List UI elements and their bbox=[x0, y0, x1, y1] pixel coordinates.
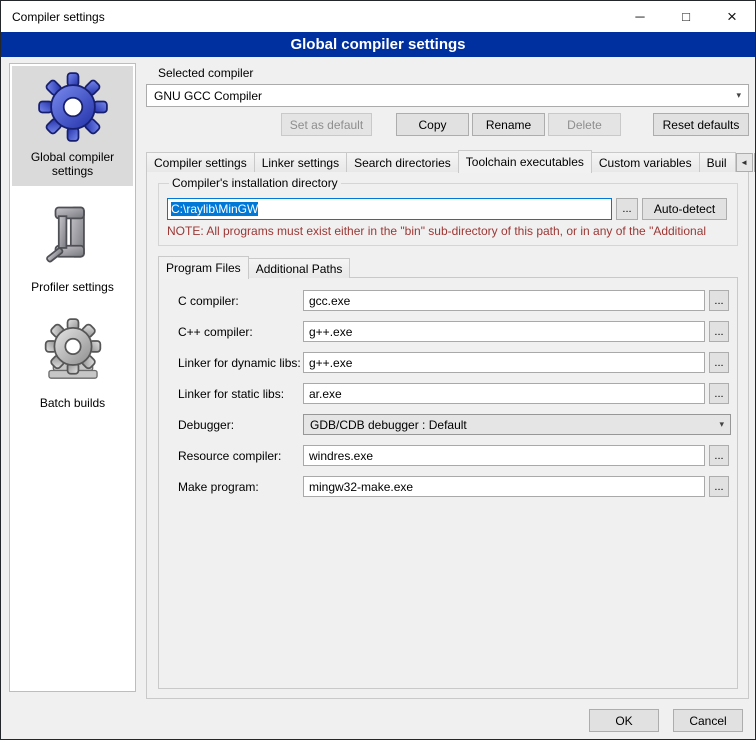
static-linker-browse-button[interactable]: ... bbox=[709, 383, 729, 404]
make-program-label: Make program: bbox=[178, 480, 303, 494]
maximize-button[interactable]: □ bbox=[663, 1, 709, 32]
auto-detect-button[interactable]: Auto-detect bbox=[642, 198, 727, 220]
c-compiler-input[interactable] bbox=[303, 290, 705, 311]
installation-directory-group-title: Compiler's installation directory bbox=[169, 176, 341, 190]
tab-build-options-clipped[interactable]: Buil bbox=[699, 152, 736, 172]
ok-button[interactable]: OK bbox=[589, 709, 659, 732]
sidebar-item-batch-builds[interactable]: Batch builds bbox=[12, 312, 133, 418]
install-dir-input[interactable]: C:\raylib\MinGW bbox=[167, 198, 612, 220]
sidebar-item-profiler-settings[interactable]: Profiler settings bbox=[12, 196, 133, 302]
installation-directory-groupbox: Compiler's installation directory C:\ray… bbox=[158, 176, 738, 246]
static-linker-input[interactable] bbox=[303, 383, 705, 404]
chevron-down-icon: ▾ bbox=[719, 419, 724, 430]
make-program-browse-button[interactable]: ... bbox=[709, 476, 729, 497]
program-field-row: Linker for dynamic libs: ... bbox=[178, 352, 729, 373]
tab-additional-paths[interactable]: Additional Paths bbox=[248, 258, 351, 278]
c-compiler-browse-button[interactable]: ... bbox=[709, 290, 729, 311]
selected-compiler-dropdown[interactable]: GNU GCC Compiler ▾ bbox=[146, 84, 749, 107]
titlebar: Compiler settings ─ □ × bbox=[1, 1, 755, 32]
program-field-row: Resource compiler: ... bbox=[178, 445, 729, 466]
debugger-label: Debugger: bbox=[178, 418, 303, 432]
dynamic-linker-input[interactable] bbox=[303, 352, 705, 373]
selected-compiler-label: Selected compiler bbox=[158, 66, 253, 80]
cpp-compiler-label: C++ compiler: bbox=[178, 325, 303, 339]
debugger-dropdown[interactable]: GDB/CDB debugger : Default ▾ bbox=[303, 414, 731, 435]
tab-search-directories[interactable]: Search directories bbox=[346, 152, 459, 172]
program-field-row: Make program: ... bbox=[178, 476, 729, 497]
tab-compiler-settings[interactable]: Compiler settings bbox=[146, 152, 255, 172]
program-field-row: C++ compiler: ... bbox=[178, 321, 729, 342]
tab-toolchain-executables[interactable]: Toolchain executables bbox=[458, 150, 592, 173]
page-title: Global compiler settings bbox=[1, 32, 755, 57]
dynamic-linker-label: Linker for dynamic libs: bbox=[178, 356, 303, 370]
sidebar-item-label: Batch builds bbox=[40, 396, 105, 410]
settings-sidebar: Global compiler settings Profiler settin… bbox=[9, 63, 136, 692]
tab-scroll-left-button[interactable]: ◄ bbox=[736, 153, 753, 172]
debugger-value: GDB/CDB debugger : Default bbox=[310, 418, 467, 432]
program-files-panel: C compiler: ... C++ compiler: ... Linker… bbox=[158, 277, 738, 689]
arrow-left-icon: ◄ bbox=[740, 158, 748, 167]
selected-compiler-value: GNU GCC Compiler bbox=[154, 89, 262, 103]
cancel-button[interactable]: Cancel bbox=[673, 709, 743, 732]
rename-button[interactable]: Rename bbox=[472, 113, 545, 136]
minimize-icon: ─ bbox=[635, 9, 644, 24]
minimize-button[interactable]: ─ bbox=[617, 1, 663, 32]
sidebar-item-global-compiler-settings[interactable]: Global compiler settings bbox=[12, 66, 133, 186]
window-controls: ─ □ × bbox=[617, 1, 755, 32]
programs-tabstrip: Program Files Additional Paths bbox=[158, 255, 349, 278]
delete-button[interactable]: Delete bbox=[548, 113, 621, 136]
chevron-down-icon: ▾ bbox=[736, 90, 741, 101]
bin-subdirectory-note: NOTE: All programs must exist either in … bbox=[167, 224, 729, 238]
sidebar-item-label: Global compiler settings bbox=[14, 150, 131, 178]
window-title: Compiler settings bbox=[1, 10, 105, 24]
dynamic-linker-browse-button[interactable]: ... bbox=[709, 352, 729, 373]
close-icon: × bbox=[727, 7, 737, 27]
compiler-settings-window: Compiler settings ─ □ × Global compiler … bbox=[0, 0, 756, 740]
c-compiler-label: C compiler: bbox=[178, 294, 303, 308]
cpp-compiler-browse-button[interactable]: ... bbox=[709, 321, 729, 342]
static-linker-label: Linker for static libs: bbox=[178, 387, 303, 401]
tab-scroll-buttons: ◄ ► bbox=[735, 153, 756, 172]
program-field-row: Debugger: GDB/CDB debugger : Default ▾ bbox=[178, 414, 729, 435]
resource-compiler-input[interactable] bbox=[303, 445, 705, 466]
profiler-clamp-icon bbox=[38, 202, 108, 272]
settings-tabstrip: Compiler settings Linker settings Search… bbox=[146, 149, 749, 172]
copy-button[interactable]: Copy bbox=[396, 113, 469, 136]
close-button[interactable]: × bbox=[709, 1, 755, 32]
make-program-input[interactable] bbox=[303, 476, 705, 497]
resource-compiler-label: Resource compiler: bbox=[178, 449, 303, 463]
compiler-actions: Set as default Copy Rename Delete Reset … bbox=[146, 113, 749, 136]
install-dir-selected-text: C:\raylib\MinGW bbox=[171, 202, 258, 216]
cpp-compiler-input[interactable] bbox=[303, 321, 705, 342]
install-dir-browse-button[interactable]: ... bbox=[616, 198, 638, 220]
tab-custom-variables[interactable]: Custom variables bbox=[591, 152, 700, 172]
reset-defaults-button[interactable]: Reset defaults bbox=[653, 113, 749, 136]
installation-directory-row: C:\raylib\MinGW ... Auto-detect bbox=[167, 198, 729, 220]
resource-compiler-browse-button[interactable]: ... bbox=[709, 445, 729, 466]
tab-linker-settings[interactable]: Linker settings bbox=[254, 152, 347, 172]
set-as-default-button[interactable]: Set as default bbox=[281, 113, 372, 136]
batch-builds-gear-icon bbox=[38, 318, 108, 388]
program-field-row: Linker for static libs: ... bbox=[178, 383, 729, 404]
sidebar-item-label: Profiler settings bbox=[31, 280, 114, 294]
blue-gear-icon bbox=[38, 72, 108, 142]
toolchain-executables-panel: Compiler's installation directory C:\ray… bbox=[146, 171, 749, 699]
program-field-row: C compiler: ... bbox=[178, 290, 729, 311]
tab-program-files[interactable]: Program Files bbox=[158, 256, 249, 279]
maximize-icon: □ bbox=[682, 9, 690, 24]
